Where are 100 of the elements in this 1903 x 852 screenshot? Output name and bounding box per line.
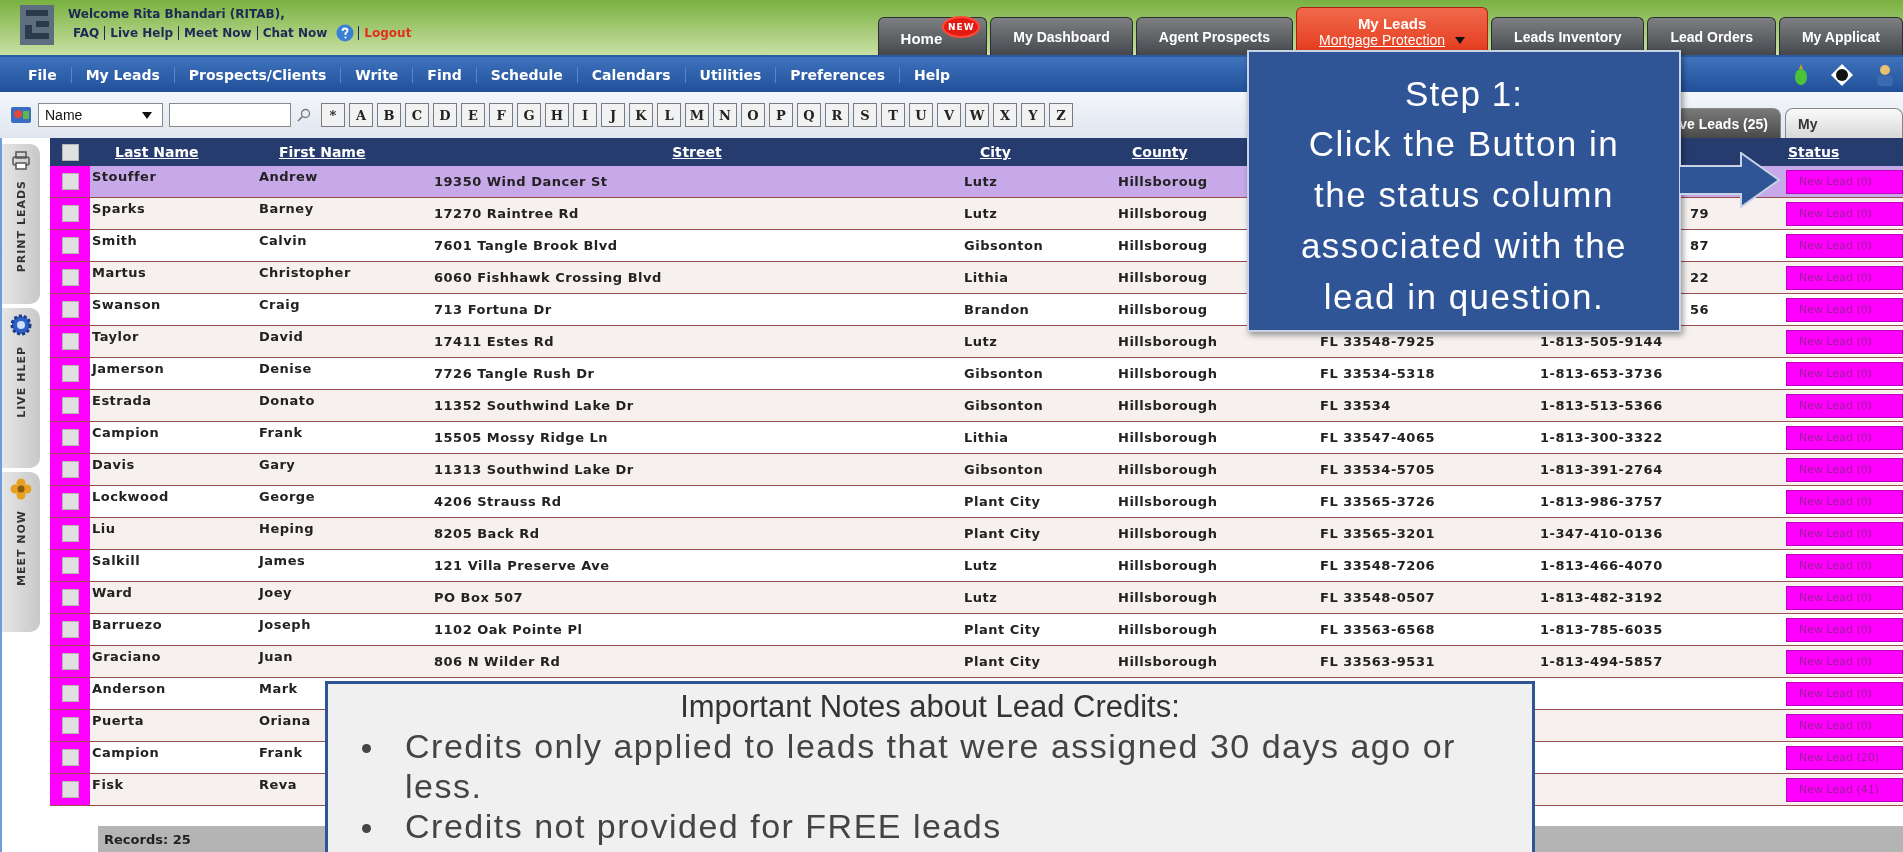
row-checkbox[interactable] [61,461,79,478]
letter-filter-button[interactable]: G [517,103,541,127]
menu-item[interactable]: Schedule [475,66,577,83]
row-checkbox[interactable] [61,429,79,446]
row-checkbox[interactable] [61,653,79,670]
letter-filter-button[interactable]: S [853,103,877,127]
letter-filter-button[interactable]: Q [797,103,821,127]
column-header[interactable]: First Name [257,144,366,160]
table-row[interactable]: Liu Heping 8205 Back Rd Plant City Hillsborough FL 33565-3201 1-347-410-0136 New Lead (0) [50,518,1903,550]
nav-tab[interactable]: Lead Orders [1647,17,1776,55]
menu-item[interactable]: Prospects/Clients [173,66,341,83]
letter-filter-button[interactable]: W [965,103,989,127]
menu-item[interactable]: Help [899,66,965,83]
letter-filter-button[interactable]: I [573,103,597,127]
letter-filter-button[interactable]: T [881,103,905,127]
row-checkbox[interactable] [61,557,79,574]
search-input[interactable] [169,103,291,127]
table-row[interactable]: Taylor David 17411 Estes Rd Lutz Hillsborough FL 33548-7925 1-813-505-9144 New Lead (0) [50,326,1903,358]
nav-tab[interactable]: My Applicat [1778,17,1903,55]
row-checkbox[interactable] [61,493,79,510]
letter-filter-button[interactable]: R [825,103,849,127]
menu-item[interactable]: Write [340,66,413,83]
letter-filter-button[interactable]: P [769,103,793,127]
letter-filter-button[interactable]: X [993,103,1017,127]
letter-filter-button[interactable]: V [937,103,961,127]
table-cell-text: Lithia [963,270,1009,285]
list-tab[interactable]: My [1785,108,1903,138]
search-icon[interactable] [297,108,311,122]
table-row[interactable]: Campion Frank 15505 Mossy Ridge Ln Lithia Hillsborough FL 33547-4065 1-813-300-3322 New Lead (0) [50,422,1903,454]
row-checkbox[interactable] [61,525,79,542]
row-checkbox[interactable] [61,205,79,222]
row-checkbox[interactable] [61,173,79,190]
row-checkbox[interactable] [61,301,79,318]
table-row[interactable]: Lockwood George 4206 Strauss Rd Plant City Hillsborough FL 33565-3726 1-813-986-3757 New Lead (0) [50,486,1903,518]
column-header[interactable]: City [962,144,1011,160]
menu-item[interactable]: Calendars [576,66,685,83]
row-checkbox[interactable] [61,781,79,798]
letter-filter-button[interactable]: * [321,103,345,127]
row-checkbox[interactable] [61,365,79,382]
menu-item[interactable]: My Leads [70,66,174,83]
contact-card-icon[interactable] [10,104,32,126]
table-cell-text: Puerta [91,713,144,728]
nav-tab[interactable]: Agent Prospects [1135,17,1293,55]
column-header[interactable]: Status [1782,144,1840,160]
table-row[interactable]: Davis Gary 11313 Southwind Lake Dr Gibsonton Hillsborough FL 33534-5705 1-813-391-2764 New Lead (0) [50,454,1903,486]
letter-filter-button[interactable]: K [629,103,653,127]
letter-filter-button[interactable]: J [601,103,625,127]
letter-filter-button[interactable]: U [909,103,933,127]
letter-filter-button[interactable]: B [377,103,401,127]
target-icon[interactable] [1831,63,1853,86]
letter-filter-button[interactable]: Z [1049,103,1073,127]
select-all-checkbox[interactable] [61,143,79,161]
letter-filter-button[interactable]: D [433,103,457,127]
side-tab[interactable]: MEET NOW [2,472,40,632]
side-tab[interactable]: PRINT LEADS [2,144,40,304]
column-header[interactable]: Street [672,144,722,160]
row-checkbox[interactable] [61,397,79,414]
row-checkbox[interactable] [61,621,79,638]
menu-item[interactable]: Find [412,66,476,83]
column-header[interactable]: County [1116,144,1188,160]
menu-item[interactable]: Preferences [775,66,900,83]
lamp-icon[interactable] [1793,62,1809,87]
letter-filter-button[interactable]: O [741,103,765,127]
flower-icon [10,478,32,500]
table-row[interactable]: Barruezo Joseph 1102 Oak Pointe Pl Plant City Hillsborough FL 33563-6568 1-813-785-6035 New Lead (0) [50,614,1903,646]
row-checkbox[interactable] [61,333,79,350]
letter-filter-button[interactable]: Y [1021,103,1045,127]
nav-tab[interactable]: Home NEW [877,17,988,55]
letter-filter-button[interactable]: H [545,103,569,127]
column-header[interactable]: Last Name [90,144,199,160]
letter-filter-button[interactable]: E [461,103,485,127]
row-checkbox[interactable] [61,269,79,286]
table-row[interactable]: Salkill James 121 Villa Preserve Ave Lutz Hillsborough FL 33548-7206 1-813-466-4070 New Lead (0) [50,550,1903,582]
header-link[interactable]: Live Help [104,26,179,40]
table-row[interactable]: Graciano Juan 806 N Wilder Rd Plant City Hillsborough FL 33563-9531 1-813-494-5857 New Lead (0) [50,646,1903,678]
row-checkbox[interactable] [61,685,79,702]
help-icon[interactable] [336,24,355,42]
letter-filter-button[interactable]: A [349,103,373,127]
row-checkbox[interactable] [61,749,79,766]
header-link[interactable]: Chat Now [256,26,333,40]
letter-filter-button[interactable]: M [685,103,709,127]
letter-filter-button[interactable]: L [657,103,681,127]
menu-item[interactable]: Utilities [684,66,776,83]
table-row[interactable]: Jamerson Denise 7726 Tangle Rush Dr Gibsonton Hillsborough FL 33534-5318 1-813-653-3736 New Lead (0) [50,358,1903,390]
table-row[interactable]: Ward Joey PO Box 507 Lutz Hillsborough FL 33548-0507 1-813-482-3192 New Lead (0) [50,582,1903,614]
menu-item[interactable]: File [14,66,71,83]
letter-filter-button[interactable]: C [405,103,429,127]
table-cell-text: 121 Villa Preserve Ave [433,558,610,573]
letter-filter-button[interactable]: N [713,103,737,127]
row-checkbox[interactable] [61,717,79,734]
search-field-select[interactable]: Name [38,103,163,127]
letter-filter-button[interactable]: F [489,103,513,127]
row-checkbox[interactable] [61,237,79,254]
table-row[interactable]: Estrada Donato 11352 Southwind Lake Dr Gibsonton Hillsborough FL 33534 1-813-513-5366 New Lead (0) [50,390,1903,422]
person-icon[interactable] [1875,63,1895,86]
side-tab[interactable]: LIVE HLEP [2,308,40,468]
header-link[interactable]: FAQ [68,26,105,40]
header-link[interactable]: Meet Now [178,26,257,40]
row-checkbox[interactable] [61,589,79,606]
nav-tab[interactable]: My Dashboard [990,17,1133,55]
